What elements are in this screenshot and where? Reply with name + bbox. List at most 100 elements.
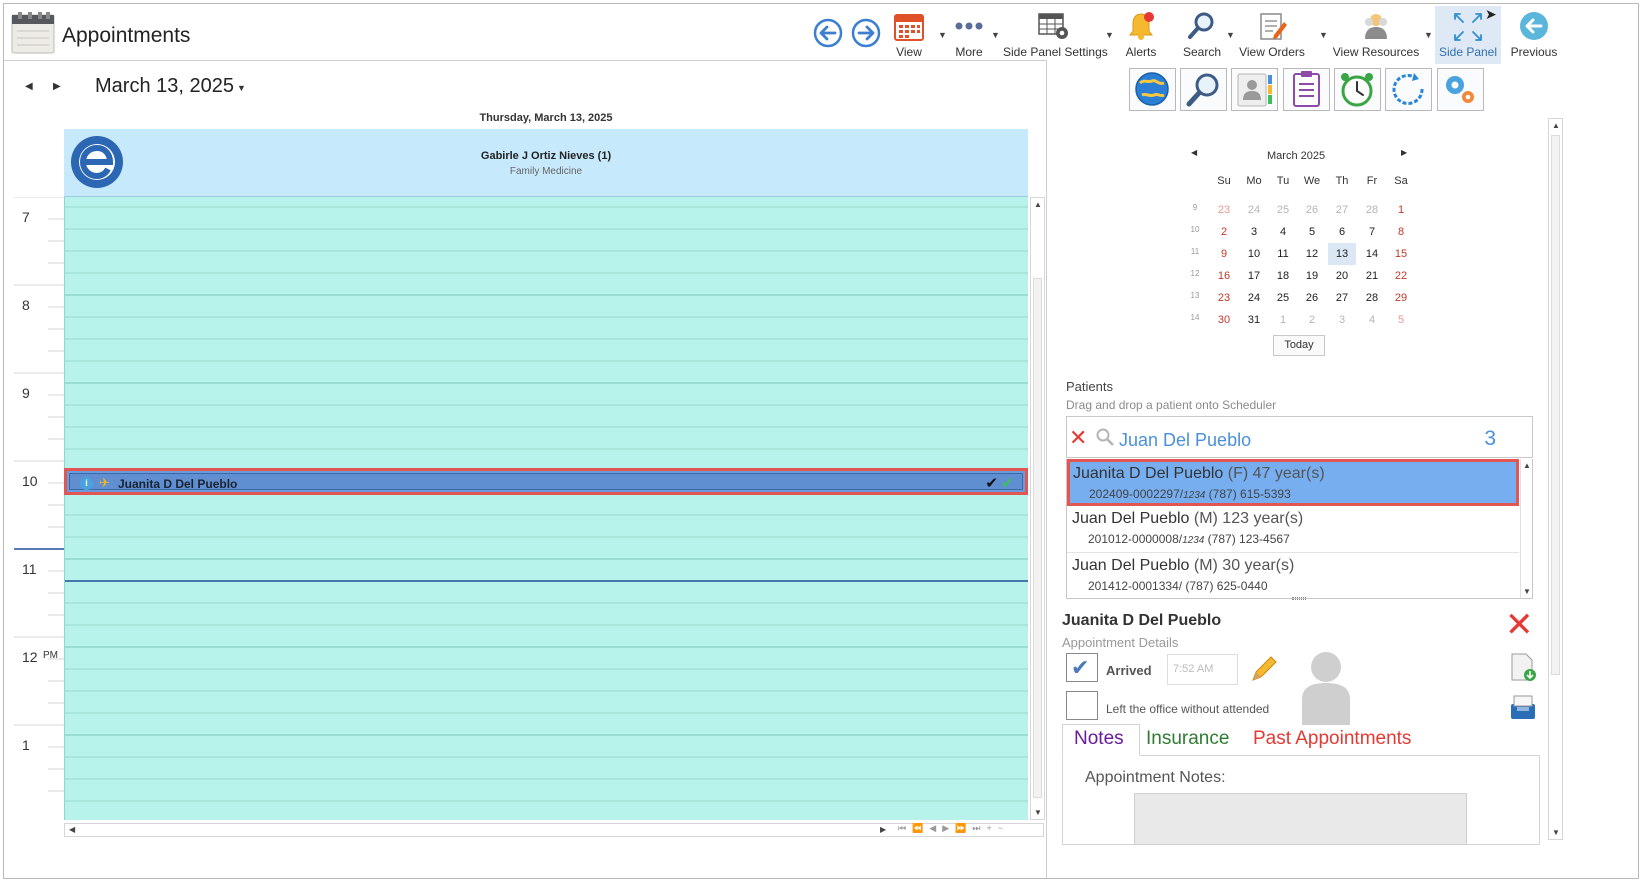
calendar-day[interactable]: 23 xyxy=(1210,289,1238,307)
calendar-day[interactable]: 7 xyxy=(1358,223,1386,241)
inbox-tray-icon[interactable] xyxy=(1508,692,1538,722)
calendar-day[interactable]: 13 xyxy=(1328,243,1356,265)
appointment-block[interactable]: i ✈ Juanita D Del Pueblo ✔ ✔ xyxy=(64,468,1028,495)
scroll-right-icon[interactable]: ▶ xyxy=(880,825,886,834)
more-dropdown-icon[interactable]: ▼ xyxy=(991,30,1000,40)
calendar-day[interactable]: 15 xyxy=(1387,245,1415,263)
side-panel-settings-dropdown-icon[interactable]: ▼ xyxy=(1105,30,1114,40)
globe-button[interactable] xyxy=(1129,68,1176,111)
scroll-up-icon[interactable]: ▲ xyxy=(1034,200,1042,209)
view-button[interactable]: View xyxy=(888,6,930,64)
calendar-day[interactable]: 31 xyxy=(1240,311,1268,329)
calendar-day[interactable]: 14 xyxy=(1358,245,1386,263)
patient-result-2[interactable]: Juan Del Pueblo (M) 123 year(s) 201012-0… xyxy=(1067,506,1519,553)
calendar-day[interactable]: 30 xyxy=(1210,311,1238,329)
search-patient-button[interactable] xyxy=(1180,68,1227,111)
tab-notes[interactable]: Notes xyxy=(1074,728,1124,750)
splitter-handle[interactable] xyxy=(1292,597,1306,600)
back-arrow-button[interactable] xyxy=(812,17,844,49)
search-dropdown-icon[interactable]: ▼ xyxy=(1226,30,1235,40)
arrived-time-input[interactable]: 7:52 AM xyxy=(1167,654,1238,685)
cancel-appointment-icon[interactable]: ✕ xyxy=(1505,608,1534,642)
side-scroll-up-icon[interactable]: ▲ xyxy=(1552,121,1560,130)
patient-result-1[interactable]: Juanita D Del Pueblo (F) 47 year(s) 2024… xyxy=(1067,459,1519,506)
settings-button[interactable] xyxy=(1437,68,1484,111)
document-download-icon[interactable] xyxy=(1508,652,1538,682)
calendar-day[interactable]: 17 xyxy=(1240,267,1268,285)
cal-next-month-icon[interactable]: ▶ xyxy=(1401,148,1407,157)
patient-search-box[interactable]: ✕ Juan Del Pueblo 3 xyxy=(1066,416,1533,458)
calendar-day[interactable]: 29 xyxy=(1387,289,1415,307)
calendar-day[interactable]: 26 xyxy=(1298,289,1326,307)
schedule-grid[interactable] xyxy=(64,197,1028,820)
tab-past-appointments[interactable]: Past Appointments xyxy=(1253,728,1411,750)
calendar-day[interactable]: 1 xyxy=(1269,311,1297,329)
calendar-day[interactable]: 4 xyxy=(1358,311,1386,329)
calendar-day[interactable]: 24 xyxy=(1240,201,1268,219)
view-resources-button[interactable]: View Resources xyxy=(1332,6,1420,64)
calendar-day[interactable]: 9 xyxy=(1210,245,1238,263)
calendar-day[interactable]: 5 xyxy=(1298,223,1326,241)
side-scroll-thumb[interactable] xyxy=(1551,135,1560,675)
calendar-day[interactable]: 27 xyxy=(1328,201,1356,219)
calendar-day[interactable]: 3 xyxy=(1328,311,1356,329)
patient-search-input[interactable]: Juan Del Pueblo xyxy=(1119,430,1251,451)
cal-prev-month-icon[interactable]: ◀ xyxy=(1191,148,1197,157)
scroll-left-icon[interactable]: ◀ xyxy=(69,825,75,834)
search-button[interactable]: Search xyxy=(1178,6,1226,64)
clipboard-button[interactable] xyxy=(1283,68,1330,111)
calendar-day[interactable]: 1 xyxy=(1387,201,1415,219)
calendar-day[interactable]: 19 xyxy=(1298,267,1326,285)
scroll-thumb[interactable] xyxy=(1033,278,1042,798)
scheduler-horizontal-scrollbar[interactable]: ◀ ▶ ⏮⏪◀▶⏩⏭+− xyxy=(64,823,1044,837)
resource-navigator-icons[interactable]: ⏮⏪◀▶⏩⏭+− xyxy=(898,823,1009,834)
notes-textarea[interactable] xyxy=(1134,793,1467,845)
calendar-day[interactable]: 20 xyxy=(1328,267,1356,285)
calendar-day[interactable]: 2 xyxy=(1210,223,1238,241)
forward-arrow-button[interactable] xyxy=(850,17,882,49)
patient-card-button[interactable] xyxy=(1231,68,1278,111)
today-button[interactable]: Today xyxy=(1273,335,1325,356)
scheduler-date[interactable]: March 13, 2025 xyxy=(95,75,234,98)
calendar-day[interactable]: 25 xyxy=(1269,289,1297,307)
alarm-button[interactable] xyxy=(1334,68,1381,111)
side-panel-vertical-scrollbar[interactable]: ▲ ▼ xyxy=(1548,118,1563,840)
results-scroll-up-icon[interactable]: ▲ xyxy=(1523,461,1531,470)
calendar-day[interactable]: 12 xyxy=(1298,245,1326,263)
tab-insurance[interactable]: Insurance xyxy=(1146,728,1229,750)
scroll-down-icon[interactable]: ▼ xyxy=(1034,808,1042,817)
edit-pencil-icon[interactable] xyxy=(1249,654,1279,684)
calendar-day[interactable]: 5 xyxy=(1387,311,1415,329)
view-dropdown-icon[interactable]: ▼ xyxy=(938,30,947,40)
calendar-day[interactable]: 21 xyxy=(1358,267,1386,285)
results-scrollbar[interactable]: ▲ ▼ xyxy=(1520,459,1532,598)
results-scroll-down-icon[interactable]: ▼ xyxy=(1523,587,1531,596)
calendar-day[interactable]: 24 xyxy=(1240,289,1268,307)
calendar-day[interactable]: 28 xyxy=(1358,201,1386,219)
calendar-day[interactable]: 10 xyxy=(1240,245,1268,263)
calendar-day[interactable]: 28 xyxy=(1358,289,1386,307)
calendar-day[interactable]: 18 xyxy=(1269,267,1297,285)
calendar-day[interactable]: 11 xyxy=(1269,245,1297,263)
calendar-day[interactable]: 6 xyxy=(1328,223,1356,241)
prev-date-arrow-icon[interactable]: ◀ xyxy=(25,81,33,92)
calendar-day[interactable]: 2 xyxy=(1298,311,1326,329)
view-orders-button[interactable]: View Orders xyxy=(1237,6,1307,64)
date-dropdown-icon[interactable]: ▼ xyxy=(237,83,246,93)
calendar-day[interactable]: 16 xyxy=(1210,267,1238,285)
next-date-arrow-icon[interactable]: ▶ xyxy=(53,81,61,92)
side-panel-settings-button[interactable]: Side Panel Settings xyxy=(1003,6,1108,64)
view-orders-dropdown-icon[interactable]: ▼ xyxy=(1319,30,1328,40)
scheduler-vertical-scrollbar[interactable]: ▲ ▼ xyxy=(1030,197,1045,820)
side-scroll-down-icon[interactable]: ▼ xyxy=(1552,828,1560,837)
calendar-day[interactable]: 4 xyxy=(1269,223,1297,241)
view-resources-dropdown-icon[interactable]: ▼ xyxy=(1424,30,1433,40)
calendar-day[interactable]: 3 xyxy=(1240,223,1268,241)
patient-result-3[interactable]: Juan Del Pueblo (M) 30 year(s) 201412-00… xyxy=(1067,553,1519,598)
left-office-checkbox[interactable] xyxy=(1066,691,1098,720)
arrived-checkbox[interactable]: ✔ xyxy=(1066,653,1098,682)
calendar-day[interactable]: 22 xyxy=(1387,267,1415,285)
alerts-button[interactable]: Alerts xyxy=(1119,6,1163,64)
patient-results-list[interactable]: Juanita D Del Pueblo (F) 47 year(s) 2024… xyxy=(1066,459,1533,599)
clear-search-icon[interactable]: ✕ xyxy=(1069,425,1087,451)
